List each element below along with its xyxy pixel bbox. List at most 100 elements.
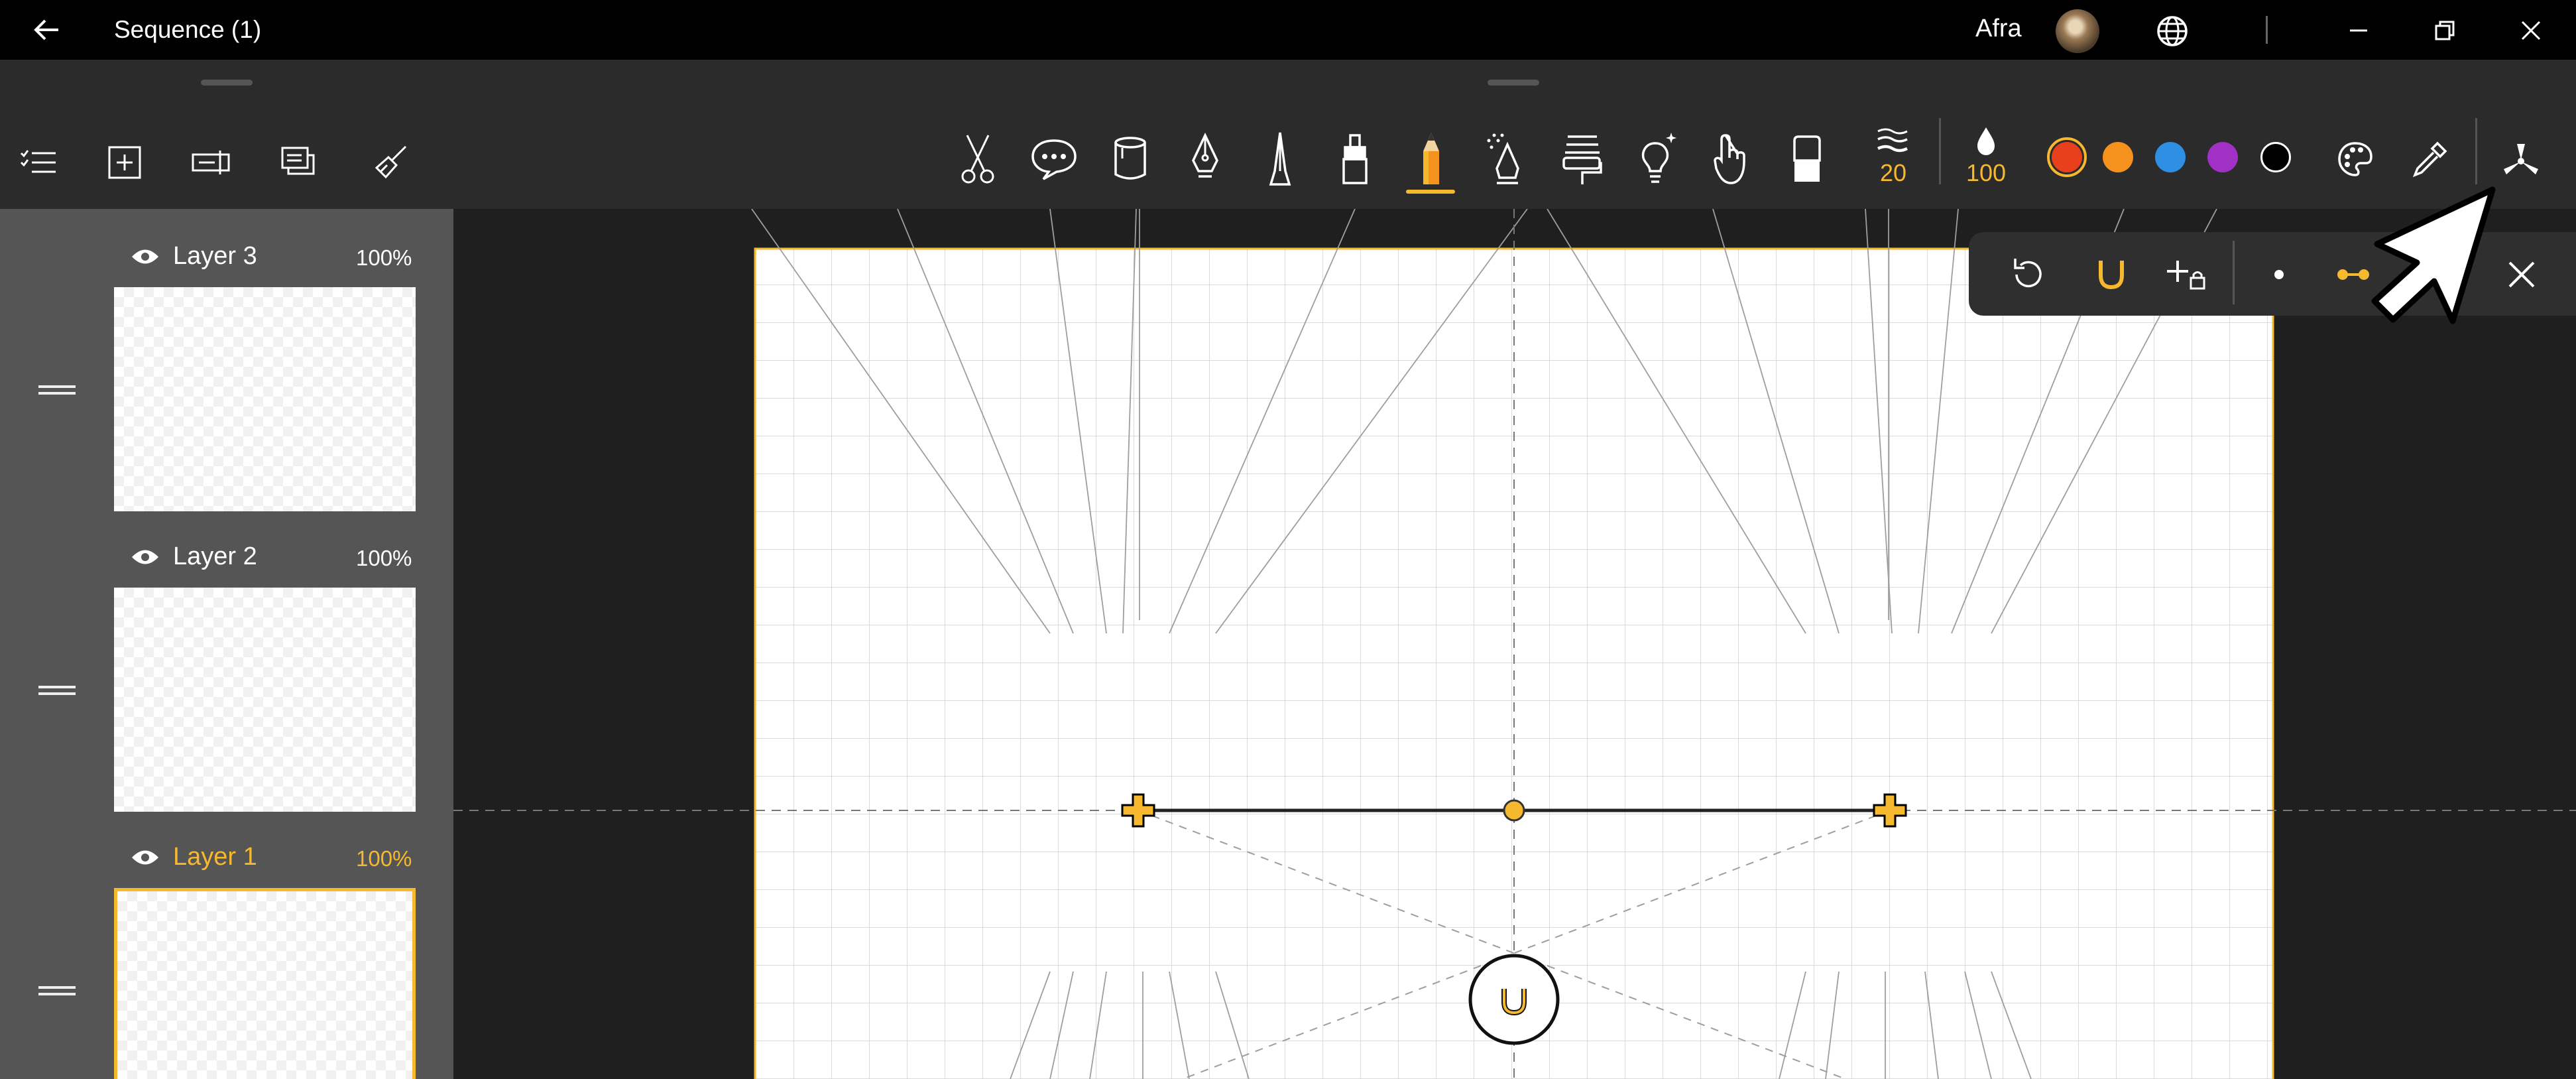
fountain-pen-tool[interactable]	[1177, 126, 1234, 192]
layer-3-name: Layer 3	[173, 242, 257, 270]
paint-bucket-tool[interactable]	[1102, 126, 1159, 192]
pencil-tool[interactable]	[1403, 126, 1460, 192]
paint-bucket-icon	[1114, 137, 1146, 180]
title-bar: Sequence (1) Afra	[0, 0, 2576, 60]
canvas-svg	[453, 209, 2576, 1079]
snap-magnet-handle[interactable]	[1468, 954, 1560, 1045]
layers-panel: Layer 3 100% Layer 2 100% Layer 1 100%	[0, 60, 453, 1079]
restore-button[interactable]	[2426, 12, 2463, 49]
active-tool-indicator	[1406, 190, 1455, 194]
color-swatch-purple[interactable]	[2207, 142, 2238, 172]
clear-layer-icon	[375, 145, 407, 179]
airbrush-icon	[1487, 133, 1519, 184]
add-layer-icon	[108, 146, 141, 179]
close-icon	[2521, 21, 2541, 40]
eraser-icon	[1793, 135, 1821, 182]
duplicate-layer-icon	[281, 147, 315, 175]
color-swatch-blue[interactable]	[2155, 142, 2186, 172]
layer-2-name: Layer 2	[173, 542, 257, 570]
technical-pen-tool[interactable]	[1252, 126, 1309, 192]
add-layer-button[interactable]	[99, 137, 150, 188]
brush-opacity-value: 100	[1966, 159, 2007, 186]
add-lock-button[interactable]	[2160, 248, 2213, 301]
layer-2-drag-handle[interactable]	[38, 684, 76, 697]
mouse-cursor-icon	[2371, 186, 2496, 324]
layer-3-thumbnail[interactable]	[114, 287, 416, 511]
color-swatch-black[interactable]	[2260, 142, 2291, 172]
light-bulb-tool[interactable]	[1629, 126, 1686, 192]
window-title: Sequence (1)	[114, 16, 262, 43]
minimize-button[interactable]	[2340, 12, 2377, 49]
two-point-icon	[2337, 269, 2369, 280]
toolbar-handle[interactable]	[1488, 80, 1539, 86]
layer-1-thumbnail[interactable]	[114, 888, 416, 1079]
light-bulb-icon	[1641, 133, 1676, 183]
roller-icon	[1562, 135, 1602, 184]
layer-1-name: Layer 1	[173, 843, 257, 871]
snap-magnet-button[interactable]	[2085, 248, 2138, 301]
layer-2-opacity[interactable]: 100%	[356, 546, 412, 571]
checklist-icon	[20, 150, 56, 173]
panel-separator	[2233, 241, 2235, 304]
back-arrow-icon	[34, 19, 58, 40]
layer-properties-icon	[192, 151, 230, 174]
clear-layer-button[interactable]	[366, 137, 416, 188]
globe-icon[interactable]	[2156, 15, 2189, 48]
finger-smudge-icon	[1714, 134, 1745, 184]
color-swatch-orange[interactable]	[2103, 142, 2133, 172]
roller-tool[interactable]	[1553, 126, 1610, 192]
center-handle[interactable]	[1503, 799, 1525, 822]
fountain-pen-icon	[1192, 133, 1218, 178]
brush-size-value: 20	[1880, 159, 1907, 186]
droplet-icon	[1977, 127, 1995, 155]
panel-handle[interactable]	[201, 80, 253, 86]
layer-properties-button[interactable]	[186, 137, 236, 188]
duplicate-layer-button[interactable]	[273, 137, 323, 188]
color-swatch-red[interactable]	[2052, 142, 2082, 172]
reset-perspective-button[interactable]	[2002, 248, 2055, 301]
brush-size-icon	[1877, 128, 1908, 153]
technical-pen-icon	[1269, 132, 1291, 186]
eye-icon[interactable]	[131, 247, 160, 267]
title-separator	[2266, 16, 2268, 44]
eye-icon[interactable]	[131, 848, 160, 867]
airbrush-tool[interactable]	[1478, 126, 1535, 192]
toolbar-separator	[1939, 118, 1941, 184]
add-lock-icon	[2167, 261, 2205, 290]
user-name[interactable]: Afra	[1975, 15, 2022, 43]
magnet-icon	[2099, 261, 2124, 290]
toolbar-separator	[2475, 118, 2477, 184]
layer-1-opacity[interactable]: 100%	[356, 846, 412, 871]
marker-tool[interactable]	[1326, 126, 1383, 192]
eraser-tool[interactable]	[1779, 126, 1836, 192]
finger-smudge-tool[interactable]	[1703, 126, 1760, 192]
restore-icon	[2435, 21, 2455, 40]
eyedropper-icon	[2412, 141, 2447, 178]
reset-icon	[2014, 259, 2042, 288]
layer-3-header[interactable]: Layer 3	[131, 242, 257, 271]
close-window-button[interactable]	[2512, 12, 2549, 49]
layer-2-thumbnail[interactable]	[114, 588, 416, 812]
back-button[interactable]	[27, 10, 66, 50]
scissors-icon	[961, 135, 994, 184]
eye-icon[interactable]	[131, 547, 160, 567]
single-point-button[interactable]	[2253, 248, 2306, 301]
layer-2-header[interactable]: Layer 2	[131, 542, 257, 571]
checklist-button[interactable]	[13, 137, 64, 188]
speech-bubble-icon	[1031, 139, 1077, 180]
layer-1-drag-handle[interactable]	[38, 984, 76, 997]
layer-1-header[interactable]: Layer 1	[131, 843, 257, 871]
speech-bubble-tool[interactable]	[1025, 126, 1083, 192]
close-icon	[2508, 261, 2535, 288]
layer-3-drag-handle[interactable]	[38, 383, 76, 397]
perspective-icon	[2504, 144, 2538, 174]
canvas-area[interactable]	[453, 209, 2576, 1079]
layer-3-opacity[interactable]: 100%	[356, 245, 412, 271]
minimize-icon	[2350, 29, 2367, 32]
pencil-icon	[1423, 133, 1439, 184]
scissors-tool[interactable]	[949, 126, 1006, 192]
avatar[interactable]	[2056, 9, 2099, 53]
marker-icon	[1342, 134, 1368, 184]
single-point-icon	[2274, 270, 2284, 279]
layers-toolbar	[0, 60, 453, 209]
